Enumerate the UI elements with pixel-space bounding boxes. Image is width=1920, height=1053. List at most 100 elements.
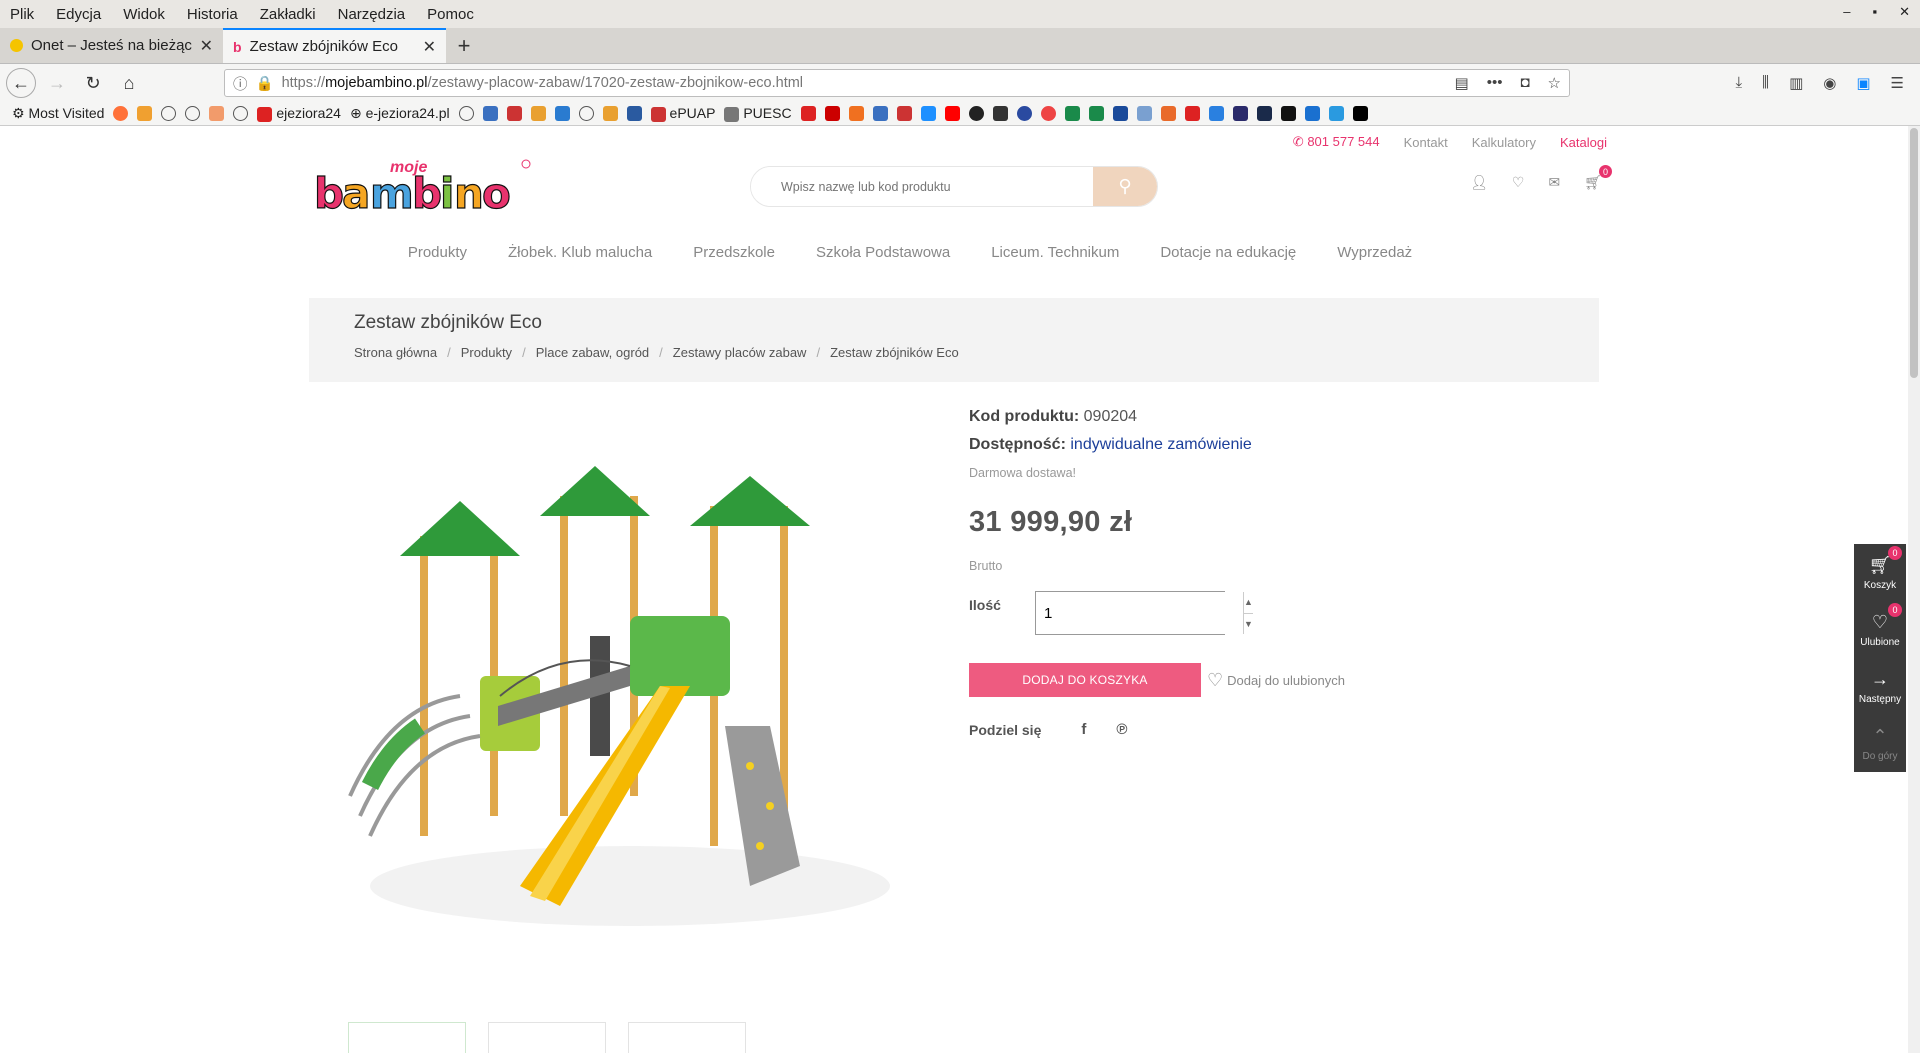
firefox-icon[interactable]	[113, 106, 129, 121]
menu-widok[interactable]: Widok	[123, 6, 165, 23]
kontakt-link[interactable]: Kontakt	[1404, 135, 1448, 150]
add-to-cart-button[interactable]: DODAJ DO KOSZYKA	[969, 663, 1201, 697]
site-icon[interactable]	[824, 106, 840, 121]
site-icon[interactable]	[602, 106, 618, 121]
multi-icon[interactable]	[137, 106, 153, 121]
menu-edycja[interactable]: Edycja	[56, 6, 101, 23]
katalogi-link[interactable]: Katalogi	[1560, 135, 1607, 150]
nav-dotacje[interactable]: Dotacje na edukację	[1160, 244, 1296, 261]
nav-wyprzedaz[interactable]: Wyprzedaż	[1337, 244, 1412, 261]
side-top-button[interactable]: ⌃ Do góry	[1854, 715, 1906, 772]
forward-button[interactable]: →	[42, 68, 72, 98]
sidebar-icon[interactable]: ▥	[1789, 74, 1803, 92]
phone-link[interactable]: ✆ 801 577 544	[1293, 134, 1380, 150]
menu-zakladki[interactable]: Zakładki	[260, 6, 316, 23]
thumbnail[interactable]	[488, 1022, 606, 1053]
back-button[interactable]: ←	[6, 68, 36, 98]
medium-icon[interactable]	[1352, 106, 1368, 121]
site-icon[interactable]	[1280, 106, 1296, 121]
side-next-button[interactable]: → Następny	[1854, 658, 1906, 715]
bookmark-ejeziora24pl[interactable]: ⊕ e-jeziora24.pl	[350, 105, 450, 122]
menu-plik[interactable]: Plik	[10, 6, 34, 23]
pinterest-icon[interactable]: ℗	[1116, 721, 1127, 738]
bookmark-ejeziora24[interactable]: ejeziora24	[257, 105, 341, 122]
cloud-icon[interactable]	[209, 106, 225, 121]
site-icon[interactable]	[1256, 106, 1272, 121]
mail-icon[interactable]: ✉	[1548, 174, 1560, 191]
site-icon[interactable]	[920, 106, 936, 121]
reader-view-icon[interactable]: ▤	[1455, 74, 1469, 92]
tab-bambino[interactable]: b Zestaw zbójników Eco ✕	[223, 28, 446, 63]
site-icon[interactable]	[992, 106, 1008, 121]
bookmark-epuap[interactable]: ePUAP	[650, 105, 715, 122]
chrome-icon[interactable]	[1040, 106, 1056, 121]
nav-szkola-podstawowa[interactable]: Szkoła Podstawowa	[816, 244, 950, 261]
maximize-icon[interactable]: ▪	[1872, 4, 1877, 20]
site-icon[interactable]	[482, 106, 498, 121]
library-icon[interactable]: ⫼	[1762, 74, 1769, 92]
facebook-icon[interactable]: f	[1081, 721, 1086, 738]
extension-icon[interactable]: ▣	[1856, 74, 1870, 92]
reload-button[interactable]: ↻	[78, 68, 108, 98]
site-icon[interactable]	[530, 106, 546, 121]
home-button[interactable]: ⌂	[114, 68, 144, 98]
bookmark-puesc[interactable]: PUESC	[724, 105, 792, 122]
quantity-down-icon[interactable]: ▼	[1244, 614, 1253, 635]
nav-zlobek[interactable]: Żłobek. Klub malucha	[508, 244, 652, 261]
nav-przedszkole[interactable]: Przedszkole	[693, 244, 775, 261]
bookmark-most-visited[interactable]: ⚙ Most Visited	[12, 105, 104, 122]
site-icon[interactable]	[800, 106, 816, 121]
side-cart-button[interactable]: 🛒︎ Koszyk 0	[1854, 544, 1906, 601]
breadcrumb-zestawy[interactable]: Zestawy placów zabaw	[673, 345, 807, 360]
menu-narzedzia[interactable]: Narzędzia	[338, 6, 406, 23]
pocket-icon[interactable]: ◘	[1520, 74, 1529, 92]
page-scrollbar[interactable]	[1908, 126, 1920, 1053]
breadcrumb-produkty[interactable]: Produkty	[461, 345, 512, 360]
globe-icon[interactable]	[458, 106, 474, 121]
breadcrumb-home[interactable]: Strona główna	[354, 345, 437, 360]
site-icon[interactable]	[848, 106, 864, 121]
bookmark-star-icon[interactable]: ☆	[1548, 74, 1561, 92]
product-image[interactable]	[330, 426, 910, 946]
globe-icon[interactable]	[185, 106, 201, 121]
github-icon[interactable]	[968, 106, 984, 121]
site-icon[interactable]	[896, 106, 912, 121]
heart-icon[interactable]: ♡	[1512, 174, 1525, 191]
site-icon[interactable]	[626, 106, 642, 121]
globe-icon[interactable]	[578, 106, 594, 121]
scrollbar-thumb[interactable]	[1910, 128, 1918, 378]
cart-icon[interactable]: 🛒︎ 0	[1584, 165, 1612, 191]
menu-pomoc[interactable]: Pomoc	[427, 6, 474, 23]
site-icon[interactable]	[1184, 106, 1200, 121]
site-icon[interactable]	[1112, 106, 1128, 121]
site-icon[interactable]	[1136, 106, 1152, 121]
thumbnail[interactable]	[628, 1022, 746, 1053]
site-icon[interactable]	[1016, 106, 1032, 121]
youtube-icon[interactable]	[944, 106, 960, 121]
info-icon[interactable]: ⓘ	[233, 73, 248, 94]
minimize-icon[interactable]: –	[1843, 4, 1850, 20]
quantity-input[interactable]	[1036, 592, 1243, 634]
user-icon[interactable]: 👤︎	[1470, 174, 1488, 191]
downloads-icon[interactable]: ⤓	[1736, 74, 1743, 92]
site-icon[interactable]	[1232, 106, 1248, 121]
add-to-favorites-link[interactable]: ♡ Dodaj do ulubionych	[1207, 670, 1345, 691]
url-bar[interactable]: ⓘ 🔒 https://mojebambino.pl/zestawy-placo…	[224, 69, 1570, 97]
tab-onet[interactable]: Onet – Jesteś na bieżąco ✕	[0, 28, 223, 63]
quantity-up-icon[interactable]: ▲	[1244, 592, 1253, 614]
close-window-icon[interactable]: ✕	[1899, 4, 1910, 20]
site-icon[interactable]	[1088, 106, 1104, 121]
hamburger-menu-icon[interactable]: ☰	[1891, 74, 1904, 92]
menu-historia[interactable]: Historia	[187, 6, 238, 23]
search-input[interactable]	[751, 167, 1093, 206]
moje-bambino-logo[interactable]: moje b a m b i n o	[312, 156, 534, 214]
site-icon[interactable]	[1208, 106, 1224, 121]
site-icon[interactable]	[1304, 106, 1320, 121]
site-icon[interactable]	[1160, 106, 1176, 121]
kalkulatory-link[interactable]: Kalkulatory	[1472, 135, 1536, 150]
site-icon[interactable]	[506, 106, 522, 121]
thumbnail[interactable]	[348, 1022, 466, 1053]
close-tab-icon[interactable]: ✕	[423, 37, 436, 57]
search-button[interactable]: ⚲	[1093, 167, 1157, 206]
globe-icon[interactable]	[233, 106, 249, 121]
